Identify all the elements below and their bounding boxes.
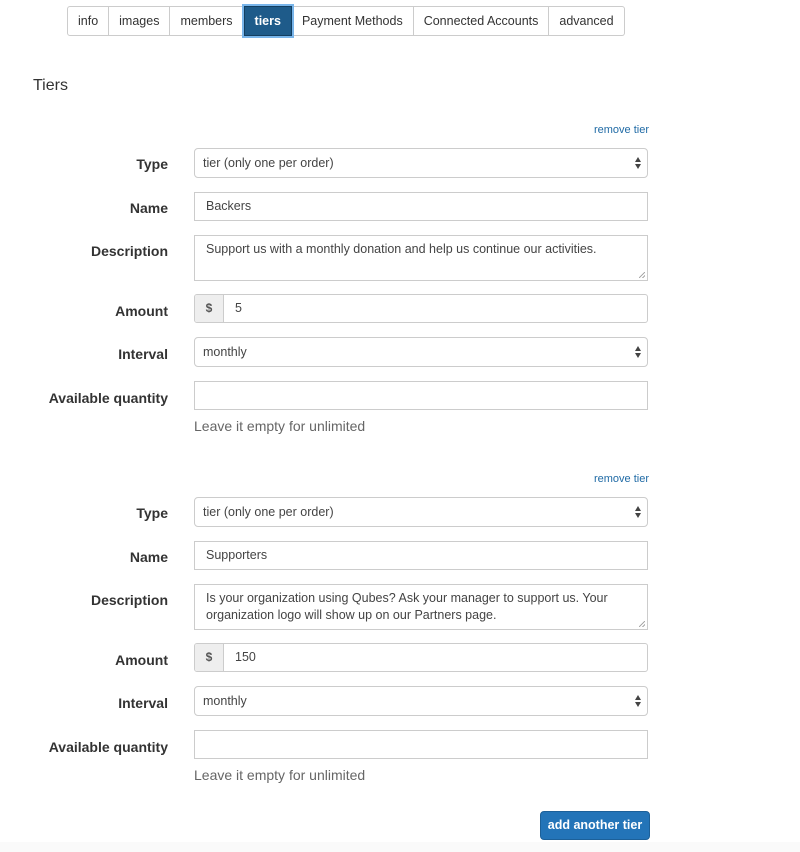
tab-advanced[interactable]: advanced (549, 6, 625, 36)
description-textarea[interactable]: Is your organization using Qubes? Ask yo… (194, 584, 648, 630)
description-label: Description (90, 243, 168, 259)
description-textarea[interactable]: Support us with a monthly donation and h… (194, 235, 648, 281)
resize-grip-icon[interactable] (639, 272, 645, 278)
footer-band (0, 842, 800, 852)
tab-tiers[interactable]: tiers (243, 6, 292, 36)
type-select[interactable]: tier (only one per order) (194, 148, 648, 178)
tab-info[interactable]: info (67, 6, 110, 36)
amount-label: Amount (115, 652, 168, 668)
interval-select-value: monthly (203, 694, 247, 708)
available-quantity-label: Available quantity (48, 390, 168, 406)
interval-select-value: monthly (203, 345, 247, 359)
description-value: Support us with a monthly donation and h… (206, 242, 597, 256)
interval-label: Interval (118, 695, 168, 711)
add-another-tier-button[interactable]: add another tier (540, 811, 650, 840)
resize-grip-icon[interactable] (639, 621, 645, 627)
currency-addon: $ (195, 644, 224, 671)
type-label: Type (136, 505, 168, 521)
interval-select[interactable]: monthly (194, 686, 648, 716)
settings-tabs: info images members tiers Payment Method… (67, 6, 625, 36)
tab-images[interactable]: images (109, 6, 171, 36)
available-quantity-input[interactable] (194, 730, 648, 759)
type-select-value: tier (only one per order) (203, 156, 334, 170)
amount-input-group: $ 5 (194, 294, 648, 323)
page-title: Tiers (33, 77, 68, 94)
select-arrows-icon (635, 345, 641, 359)
quantity-help-text: Leave it empty for unlimited (194, 767, 366, 783)
quantity-help-text: Leave it empty for unlimited (194, 418, 366, 434)
name-label: Name (129, 549, 168, 565)
amount-label: Amount (115, 303, 168, 319)
currency-addon: $ (195, 295, 224, 322)
description-label: Description (90, 592, 168, 608)
select-arrows-icon (635, 156, 641, 170)
tab-payment-methods[interactable]: Payment Methods (291, 6, 414, 36)
amount-input[interactable]: 150 (224, 644, 267, 671)
select-arrows-icon (635, 505, 641, 519)
amount-input-group: $ 150 (194, 643, 648, 672)
remove-tier-link[interactable]: remove tier (594, 473, 649, 485)
amount-input[interactable]: 5 (224, 295, 253, 322)
name-input[interactable]: Supporters (194, 541, 648, 570)
remove-tier-link[interactable]: remove tier (594, 124, 649, 136)
description-value: Is your organization using Qubes? Ask yo… (206, 591, 608, 622)
type-select[interactable]: tier (only one per order) (194, 497, 648, 527)
available-quantity-label: Available quantity (48, 739, 168, 755)
name-input[interactable]: Backers (194, 192, 648, 221)
select-arrows-icon (635, 694, 641, 708)
type-label: Type (136, 156, 168, 172)
name-label: Name (129, 200, 168, 216)
interval-label: Interval (118, 346, 168, 362)
type-select-value: tier (only one per order) (203, 505, 334, 519)
interval-select[interactable]: monthly (194, 337, 648, 367)
available-quantity-input[interactable] (194, 381, 648, 410)
tab-connected-accounts[interactable]: Connected Accounts (413, 6, 550, 36)
tab-members[interactable]: members (170, 6, 244, 36)
